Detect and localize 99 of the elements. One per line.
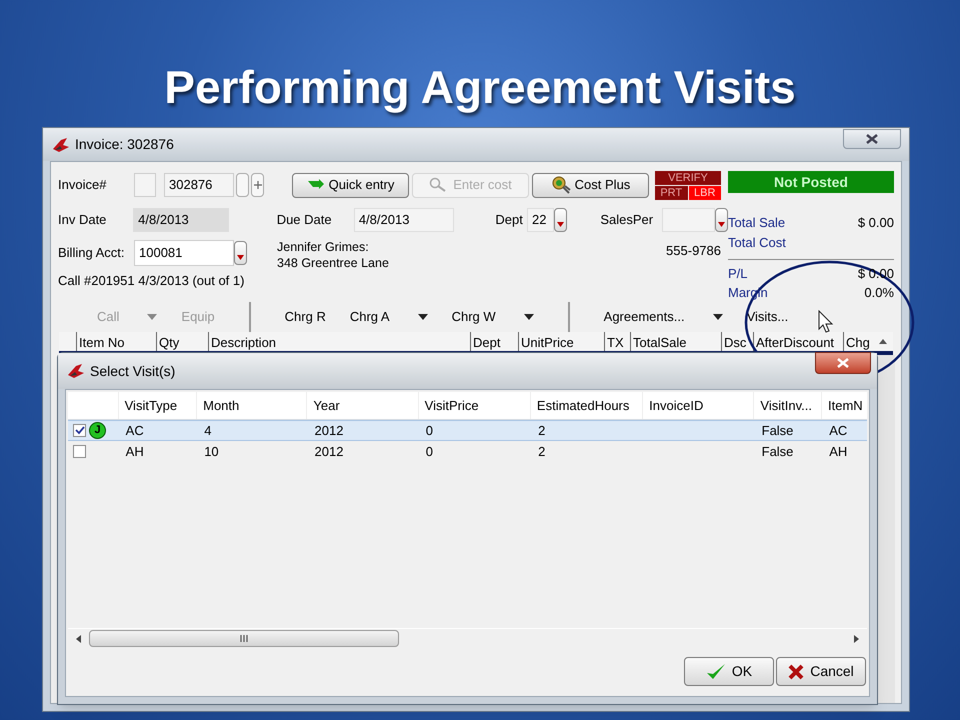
total-label: Total Cost (728, 234, 786, 252)
phone-number: 555-9786 (666, 242, 721, 260)
due-date-field[interactable]: 4/8/2013 (354, 208, 454, 232)
app-logo-icon (51, 136, 71, 152)
table-cell: 2012 (314, 444, 344, 459)
column-header[interactable]: TotalSale (630, 332, 721, 351)
field-label: Invoice# (58, 176, 108, 194)
scroll-left-icon[interactable] (76, 634, 81, 642)
table-cell: 2 (538, 444, 546, 459)
column-header[interactable]: ItemN (821, 392, 868, 419)
result-value: 0.0% (864, 284, 894, 302)
verify-badge: VERIFY (655, 170, 721, 184)
dialog-title: Select Visit(s) (90, 362, 176, 381)
checkbox[interactable] (73, 445, 86, 458)
dropdown-button[interactable] (234, 241, 247, 265)
column-header[interactable]: EstimatedHours (530, 392, 642, 419)
field-label: Billing Acct: (58, 244, 126, 262)
field-label: Dept (495, 211, 524, 230)
caret-icon[interactable] (418, 314, 428, 320)
ok-button[interactable]: OK (684, 657, 774, 686)
customer-address: 348 Greentree Lane (277, 255, 389, 271)
close-icon (866, 134, 878, 144)
column-header[interactable]: VisitType (118, 392, 196, 419)
toolbar-button[interactable]: Cost Plus (532, 172, 649, 198)
field-label: Inv Date (58, 211, 108, 230)
toolbar-menu-item[interactable]: Chrg R (272, 304, 338, 330)
table-cell: AC (829, 422, 848, 438)
column-header[interactable]: Qty (156, 332, 208, 351)
caret-icon[interactable] (712, 314, 723, 320)
cross-icon (788, 664, 804, 680)
field-label: SalesPer (600, 211, 654, 230)
table-cell: 10 (204, 444, 219, 459)
caret-icon[interactable] (524, 314, 534, 320)
column-header[interactable]: InvoiceID (642, 392, 754, 419)
toolbar-menu-item[interactable]: Chrg W (440, 304, 546, 330)
table-cell: 0 (426, 444, 434, 459)
table-cell: AC (126, 422, 144, 438)
column-header[interactable]: Item No (76, 332, 156, 351)
table-cell: AH (829, 444, 848, 459)
close-button[interactable] (815, 352, 871, 374)
slide-title: Performing Agreement Visits (164, 60, 796, 115)
billing-account-field[interactable]: 100081 (134, 240, 234, 266)
caret-icon (237, 255, 244, 260)
toolbar-button[interactable]: Quick entry (292, 172, 409, 198)
close-icon (837, 358, 849, 368)
table-cell: AH (126, 444, 144, 459)
column-header[interactable]: Dept (470, 332, 518, 351)
caret-icon (556, 222, 564, 227)
scrollbar-thumb[interactable] (89, 630, 399, 647)
add-button[interactable] (251, 173, 264, 197)
table-cell: 0 (426, 422, 434, 438)
table-cell: 2 (538, 422, 546, 438)
table-cell: False (762, 422, 794, 438)
call-info: Call #201951 4/3/2013 (out of 1) (58, 272, 244, 290)
check-icon (706, 662, 726, 680)
medal-icon (550, 176, 571, 194)
column-header[interactable]: TX (604, 332, 630, 351)
prt-badge: PRT (655, 186, 688, 200)
close-button[interactable] (843, 128, 901, 148)
column-header[interactable]: Chg (843, 332, 873, 351)
column-header[interactable]: Dsc (721, 332, 753, 351)
toolbar-menu-item[interactable]: Agreements... (592, 304, 735, 330)
toolbar-menu-item[interactable]: Visits... (734, 304, 800, 330)
table-row[interactable]: AH 10 2012 0 2 False AH (68, 441, 867, 462)
column-header[interactable]: VisitPrice (418, 392, 530, 419)
cancel-button[interactable]: Cancel (776, 657, 866, 686)
table-cell: 4 (204, 422, 212, 438)
column-header[interactable]: Description (208, 332, 470, 351)
status-banner: Not Posted (728, 171, 894, 193)
scroll-up-icon[interactable] (879, 339, 887, 344)
dropdown-button[interactable] (554, 208, 567, 232)
salesperson-field[interactable] (662, 208, 716, 232)
table-cell: False (762, 444, 794, 459)
lbr-badge: LBR (688, 186, 721, 200)
plus-icon (254, 181, 262, 189)
arrow-icon (306, 179, 325, 191)
caret-icon (718, 222, 726, 227)
status-indicator: J (89, 422, 106, 439)
column-header[interactable]: VisitInv... (753, 392, 822, 419)
window-title: Invoice: 302876 (75, 135, 174, 154)
total-value: $ 0.00 (858, 214, 894, 232)
customer-name: Jennifer Grimes: (277, 239, 370, 255)
dropdown-button[interactable] (715, 208, 728, 232)
app-logo-icon (66, 363, 86, 379)
column-header[interactable]: UnitPrice (518, 332, 604, 351)
invoice-prefix-field[interactable] (134, 173, 156, 197)
column-header[interactable]: Month (196, 392, 306, 419)
invoice-number-field[interactable]: 302876 (164, 173, 234, 197)
dept-field[interactable]: 22 (527, 208, 554, 232)
field-label: Due Date (276, 211, 333, 230)
checkbox[interactable] (73, 424, 86, 437)
toolbar-menu-item[interactable]: Chrg A (338, 304, 440, 330)
result-label: P/L (728, 265, 748, 283)
scroll-right-icon[interactable] (854, 634, 859, 642)
total-label: Total Sale (728, 214, 786, 232)
inv-date-field[interactable]: 4/8/2013 (133, 208, 230, 232)
table-cell: 2012 (314, 422, 344, 438)
column-header[interactable]: Year (306, 392, 418, 419)
table-row[interactable]: J AC 4 2012 0 2 False AC (68, 420, 867, 441)
